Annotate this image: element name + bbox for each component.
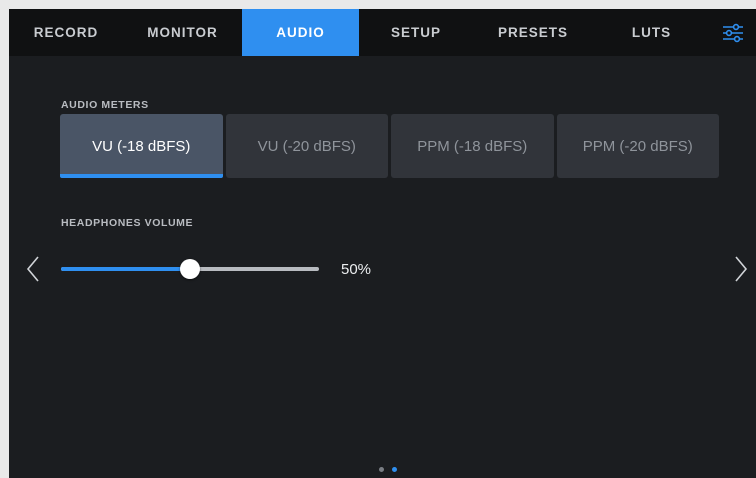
tab-bar: RECORD MONITOR AUDIO SETUP PRESETS LUTS — [9, 9, 756, 56]
menu-button[interactable] — [710, 9, 756, 56]
page-indicator — [379, 467, 397, 472]
audio-meters-segmented-control: VU (-18 dBFS) VU (-20 dBFS) PPM (-18 dBF… — [60, 114, 719, 178]
audio-settings-panel: AUDIO METERS VU (-18 dBFS) VU (-20 dBFS)… — [9, 56, 756, 478]
audio-meter-option-vu-20[interactable]: VU (-20 dBFS) — [225, 114, 388, 178]
settings-sliders-icon — [723, 23, 743, 42]
headphones-volume-value: 50% — [341, 261, 372, 278]
page-dot — [379, 467, 384, 472]
chevron-left-icon — [26, 256, 39, 282]
audio-meter-option-label: VU (-18 dBFS) — [92, 137, 191, 155]
audio-meters-label: AUDIO METERS — [61, 99, 149, 111]
tab-audio[interactable]: AUDIO — [242, 9, 359, 56]
audio-meter-option-vu-18[interactable]: VU (-18 dBFS) — [60, 114, 223, 178]
next-page-button[interactable] — [731, 254, 751, 284]
tab-audio-label: AUDIO — [276, 25, 325, 40]
audio-meter-option-label: PPM (-20 dBFS) — [582, 137, 693, 155]
slider-fill — [61, 267, 190, 271]
previous-page-button[interactable] — [23, 254, 43, 284]
tab-setup-label: SETUP — [390, 25, 441, 40]
tab-presets[interactable]: PRESETS — [473, 9, 593, 56]
headphones-volume-label: HEADPHONES VOLUME — [61, 217, 194, 229]
tab-luts[interactable]: LUTS — [593, 9, 710, 56]
slider-thumb[interactable] — [180, 259, 200, 279]
audio-meter-option-ppm-18[interactable]: PPM (-18 dBFS) — [391, 114, 554, 178]
tab-presets-label: PRESETS — [497, 25, 569, 40]
tab-record[interactable]: RECORD — [9, 9, 123, 56]
tab-monitor[interactable]: MONITOR — [123, 9, 242, 56]
tab-record-label: RECORD — [33, 25, 99, 40]
tab-monitor-label: MONITOR — [147, 25, 218, 40]
audio-meter-option-ppm-20[interactable]: PPM (-20 dBFS) — [556, 114, 719, 178]
audio-meter-option-label: PPM (-18 dBFS) — [417, 137, 528, 155]
tab-luts-label: LUTS — [631, 25, 672, 40]
page-dot — [392, 467, 397, 472]
audio-meter-option-label: VU (-20 dBFS) — [257, 137, 356, 155]
headphones-volume-slider[interactable] — [61, 259, 319, 279]
chevron-right-icon — [735, 256, 748, 282]
tab-setup[interactable]: SETUP — [359, 9, 473, 56]
camera-screen: RECORD MONITOR AUDIO SETUP PRESETS LUTS … — [9, 9, 756, 478]
